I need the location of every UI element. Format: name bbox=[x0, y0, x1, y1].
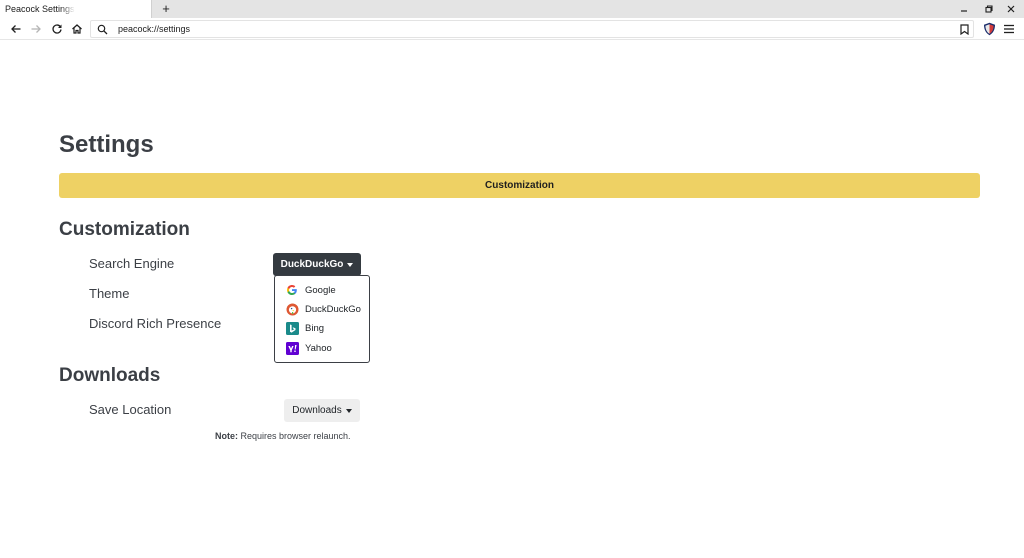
search-engine-label: Search Engine bbox=[89, 256, 175, 271]
bookmark-icon bbox=[959, 23, 969, 35]
home-icon bbox=[72, 24, 82, 34]
reload-button[interactable] bbox=[49, 21, 65, 37]
yahoo-icon bbox=[285, 341, 299, 355]
url-text: peacock://settings bbox=[118, 24, 191, 34]
menu-item-label: Yahoo bbox=[305, 342, 332, 354]
section-bar-customization[interactable]: Customization bbox=[59, 173, 980, 198]
theme-label: Theme bbox=[89, 286, 130, 301]
menu-item-bing[interactable]: Bing bbox=[285, 320, 369, 336]
tab-title: Peacock Settings bbox=[5, 4, 75, 14]
relaunch-note: Note: Requires browser relaunch. bbox=[215, 430, 351, 442]
search-engine-selected: DuckDuckGo bbox=[280, 259, 344, 270]
save-location-selected: Downloads bbox=[292, 405, 342, 416]
search-engine-dropdown[interactable]: DuckDuckGo bbox=[273, 253, 361, 276]
save-location-dropdown[interactable]: Downloads bbox=[284, 399, 360, 422]
caret-down-icon bbox=[347, 262, 354, 267]
main-menu-button[interactable] bbox=[1001, 21, 1017, 37]
search-engine-menu: Google DuckDuckGo Bing Yahoo bbox=[274, 275, 370, 363]
home-button[interactable] bbox=[69, 21, 85, 37]
save-location-label: Save Location bbox=[89, 402, 172, 417]
new-tab-button[interactable]: + bbox=[158, 1, 174, 17]
arrow-left-icon bbox=[11, 25, 21, 33]
back-button[interactable] bbox=[8, 21, 24, 37]
shield-icon bbox=[983, 22, 995, 36]
menu-item-label: DuckDuckGo bbox=[305, 303, 361, 315]
close-icon bbox=[1007, 5, 1015, 13]
google-icon bbox=[285, 283, 299, 297]
page-title: Settings bbox=[59, 131, 154, 158]
caret-down-icon bbox=[345, 408, 352, 413]
forward-button[interactable] bbox=[28, 21, 44, 37]
menu-item-google[interactable]: Google bbox=[285, 282, 369, 298]
bing-icon bbox=[285, 321, 299, 335]
menu-item-duckduckgo[interactable]: DuckDuckGo bbox=[285, 301, 369, 317]
menu-item-label: Google bbox=[305, 284, 336, 296]
menu-item-yahoo[interactable]: Yahoo bbox=[285, 340, 369, 356]
arrow-right-icon bbox=[31, 25, 41, 33]
discord-rich-presence-label: Discord Rich Presence bbox=[89, 316, 222, 331]
reload-icon bbox=[52, 24, 62, 34]
minimize-button[interactable] bbox=[951, 0, 977, 18]
restore-icon bbox=[985, 5, 993, 13]
bookmark-button[interactable] bbox=[958, 23, 970, 35]
tab-peacock-settings[interactable]: Peacock Settings bbox=[0, 0, 152, 18]
menu-item-label: Bing bbox=[305, 322, 325, 334]
shield-button[interactable] bbox=[981, 21, 997, 37]
note-prefix: Note: bbox=[215, 431, 238, 441]
note-text: Requires browser relaunch. bbox=[238, 431, 351, 441]
customization-heading: Customization bbox=[59, 219, 190, 240]
tab-bar: Peacock Settings + bbox=[0, 0, 1024, 18]
search-icon bbox=[97, 24, 108, 35]
downloads-heading: Downloads bbox=[59, 365, 161, 386]
minimize-icon bbox=[961, 10, 967, 12]
duckduckgo-icon bbox=[285, 302, 299, 316]
navigation-bar: peacock://settings bbox=[0, 18, 1024, 40]
address-bar[interactable]: peacock://settings bbox=[90, 20, 974, 38]
close-window-button[interactable] bbox=[998, 0, 1024, 18]
hamburger-menu-icon bbox=[1004, 24, 1014, 34]
